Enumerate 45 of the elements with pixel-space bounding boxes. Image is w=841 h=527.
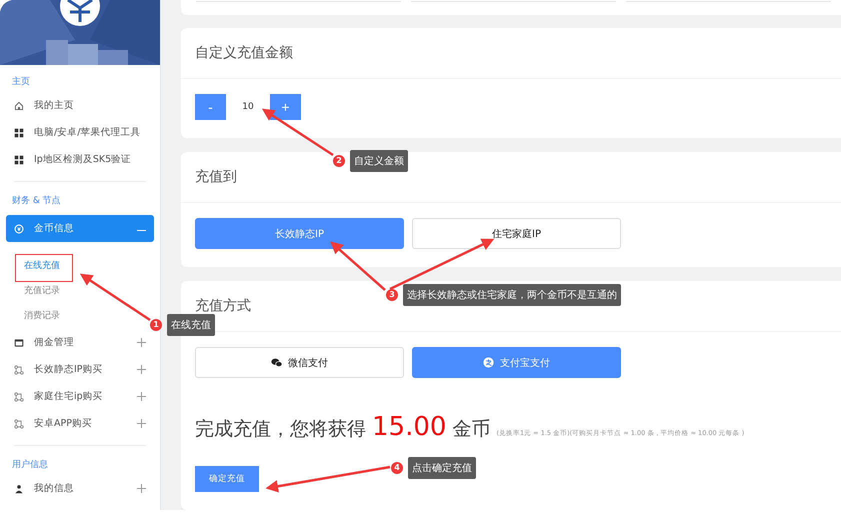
submenu-item[interactable]: 充值记录 bbox=[6, 279, 154, 304]
nav-item[interactable]: 金币信息 bbox=[6, 215, 154, 242]
nav-item[interactable]: 家庭住宅ip购买 bbox=[6, 383, 154, 410]
nav-item[interactable]: 长效静态IP购买 bbox=[6, 356, 154, 383]
tooltip: 自定义金额 bbox=[350, 150, 408, 172]
submenu-item[interactable]: 在线充值 bbox=[6, 254, 154, 279]
house-icon bbox=[14, 100, 24, 110]
nodes-icon bbox=[14, 392, 24, 402]
nav-item[interactable]: 安卓APP购买 bbox=[6, 410, 154, 437]
nav-item[interactable]: 电脑/安卓/苹果代理工具 bbox=[6, 119, 154, 146]
expand-icon bbox=[137, 419, 146, 428]
section-heading: 财务 & 节点 bbox=[11, 194, 62, 208]
highlight-frame bbox=[15, 254, 73, 282]
payment-logo-icon bbox=[483, 357, 494, 368]
option-button[interactable]: 住宅家庭IP bbox=[412, 218, 621, 249]
card-icon bbox=[14, 338, 24, 348]
nav-item[interactable]: 佣金管理 bbox=[6, 329, 154, 356]
payment-button[interactable]: 微信支付 bbox=[195, 347, 404, 378]
coin-unit: 金币 bbox=[452, 417, 490, 442]
card-title: 充值到 bbox=[195, 168, 237, 186]
tooltip: 选择长效静态或住宅家庭，两个金币不是互通的 bbox=[403, 284, 621, 306]
tooltip: 在线充值 bbox=[167, 314, 215, 336]
nav-item[interactable]: 我的主页 bbox=[6, 92, 154, 119]
nav-item[interactable]: 我的信息 bbox=[6, 475, 154, 502]
expand-icon bbox=[137, 484, 146, 493]
expand-icon bbox=[137, 392, 146, 401]
expand-icon bbox=[137, 338, 146, 347]
card-title: 充值方式 bbox=[195, 297, 251, 315]
section-heading: 主页 bbox=[11, 76, 31, 89]
chat-bubbles-icon bbox=[271, 357, 282, 368]
card-title: 自定义充值金额 bbox=[195, 44, 293, 62]
nodes-icon bbox=[14, 418, 24, 428]
section-heading: 用户信息 bbox=[11, 458, 49, 472]
arrow bbox=[80, 274, 151, 322]
expand-icon bbox=[137, 365, 146, 374]
coin-icon bbox=[14, 224, 24, 234]
summary-text: 完成充值，您将获得 bbox=[195, 417, 366, 442]
nodes-icon bbox=[14, 364, 24, 374]
grid-icon bbox=[14, 128, 24, 138]
grid-icon bbox=[14, 154, 24, 164]
arrow bbox=[330, 241, 386, 291]
tooltip: 点击确定充值 bbox=[408, 457, 476, 479]
coin-amount: 15.00 bbox=[372, 412, 446, 442]
nav-item[interactable]: Ip地区检测及SK5验证 bbox=[6, 146, 154, 173]
user-icon bbox=[14, 484, 24, 494]
